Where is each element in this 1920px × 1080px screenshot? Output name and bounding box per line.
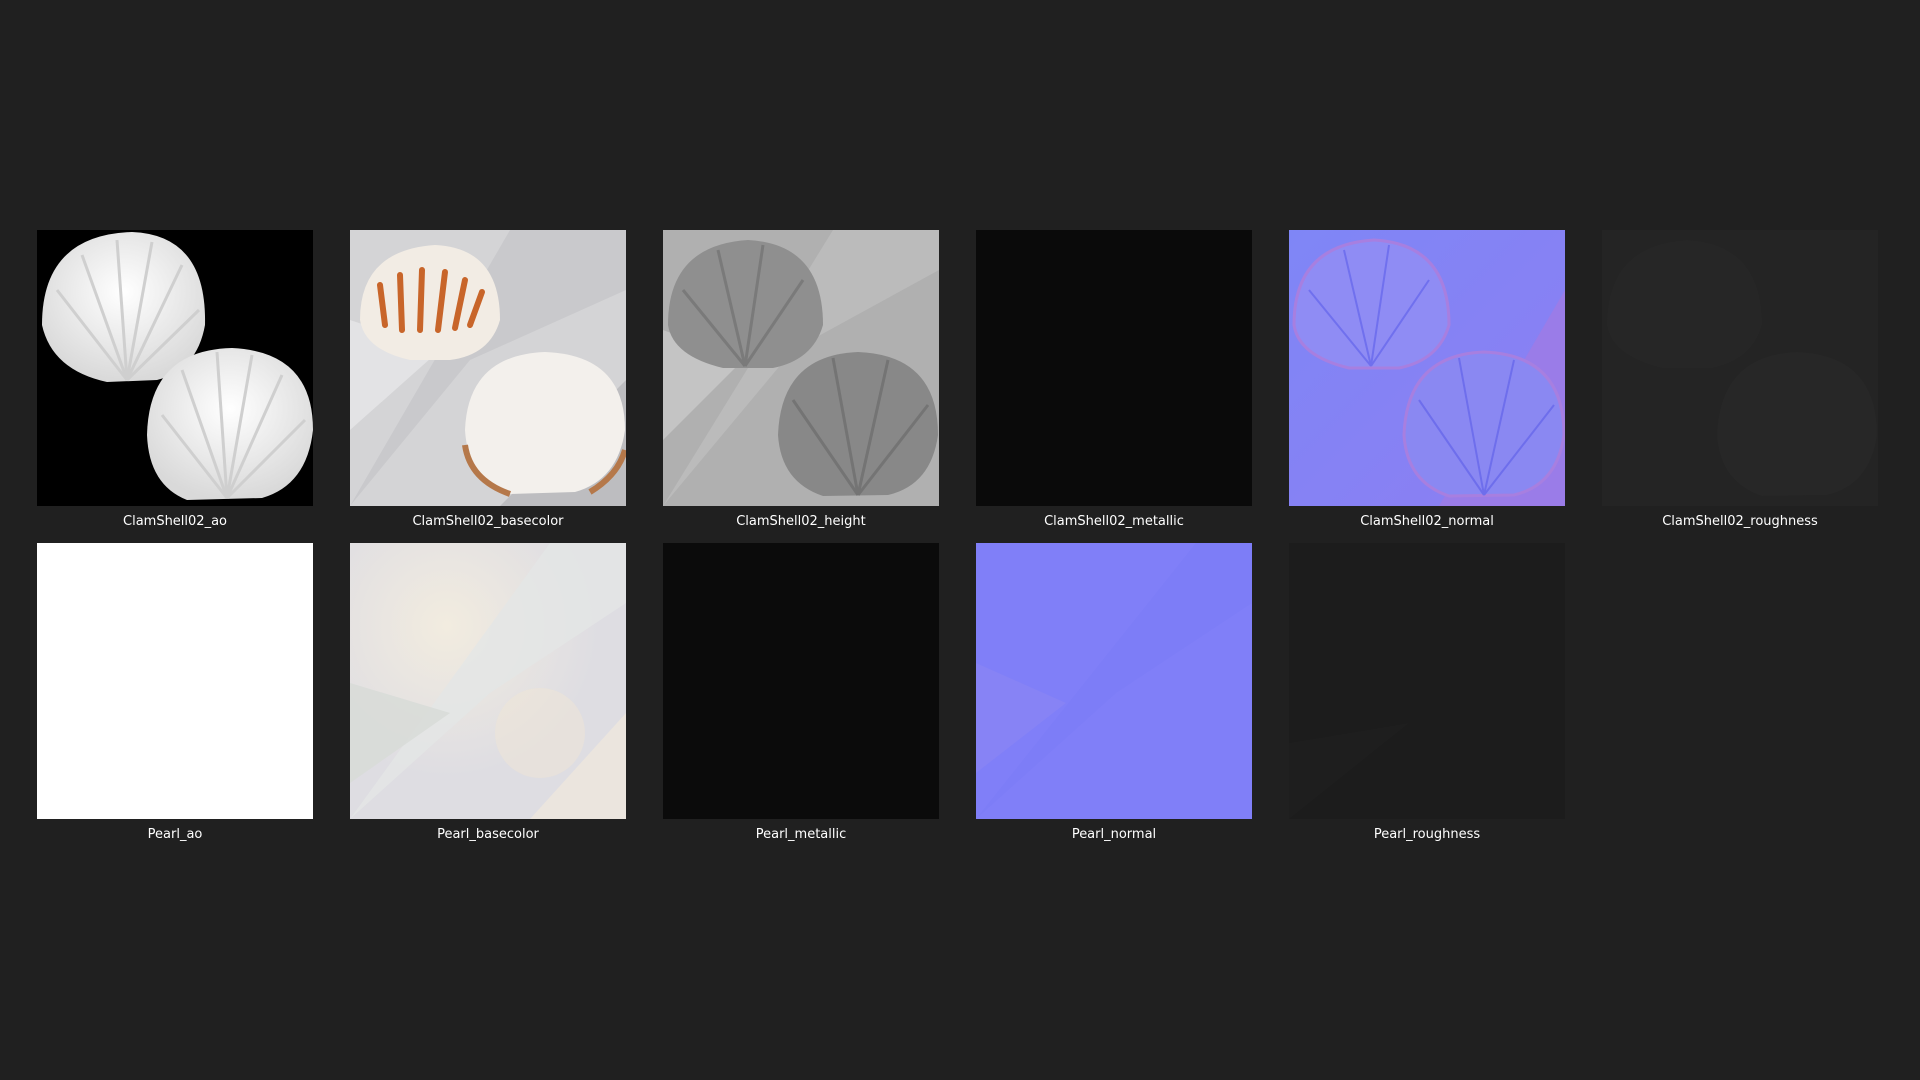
file-tile-pearl-ao[interactable]: Pearl_ao [19, 543, 319, 843]
file-tile-clamshell-normal[interactable]: ClamShell02_normal [1271, 230, 1571, 530]
file-name: ClamShell02_height [736, 514, 866, 529]
file-tile-clamshell-roughness[interactable]: ClamShell02_roughness [1584, 230, 1884, 530]
file-name: ClamShell02_metallic [1044, 514, 1184, 529]
file-tile-pearl-normal[interactable]: Pearl_normal [958, 543, 1258, 843]
file-name: Pearl_metallic [755, 827, 847, 842]
thumbnail-clamshell-height [663, 230, 939, 506]
thumbnail-clamshell-roughness [1602, 230, 1878, 506]
file-tile-clamshell-height[interactable]: ClamShell02_height [645, 230, 945, 530]
thumbnail-pearl-basecolor [350, 543, 626, 819]
file-tile-pearl-basecolor[interactable]: Pearl_basecolor [332, 543, 632, 843]
thumbnail-pearl-metallic [663, 543, 939, 819]
file-tile-clamshell-basecolor[interactable]: ClamShell02_basecolor [332, 230, 632, 530]
file-name: ClamShell02_normal [1360, 514, 1494, 529]
file-name: Pearl_ao [147, 827, 203, 842]
file-explorer-grid: ClamShell02_ao ClamShell02_basecolor Cla… [0, 0, 1920, 1080]
file-name: ClamShell02_roughness [1662, 514, 1818, 529]
thumbnail-pearl-ao [37, 543, 313, 819]
file-tile-pearl-metallic[interactable]: Pearl_metallic [645, 543, 945, 843]
thumbnail-clamshell-metallic [976, 230, 1252, 506]
file-name: Pearl_roughness [1373, 827, 1481, 842]
file-tile-clamshell-metallic[interactable]: ClamShell02_metallic [958, 230, 1258, 530]
file-name: ClamShell02_ao [123, 514, 227, 529]
file-name: Pearl_basecolor [437, 827, 539, 842]
thumbnail-clamshell-basecolor [350, 230, 626, 506]
thumbnail-pearl-roughness [1289, 543, 1565, 819]
thumbnail-clamshell-normal [1289, 230, 1565, 506]
file-tile-clamshell-ao[interactable]: ClamShell02_ao [19, 230, 319, 530]
file-name: Pearl_normal [1071, 827, 1157, 842]
thumbnail-clamshell-ao [37, 230, 313, 506]
file-name: ClamShell02_basecolor [412, 514, 564, 529]
file-tile-pearl-roughness[interactable]: Pearl_roughness [1271, 543, 1571, 843]
thumbnail-pearl-normal [976, 543, 1252, 819]
